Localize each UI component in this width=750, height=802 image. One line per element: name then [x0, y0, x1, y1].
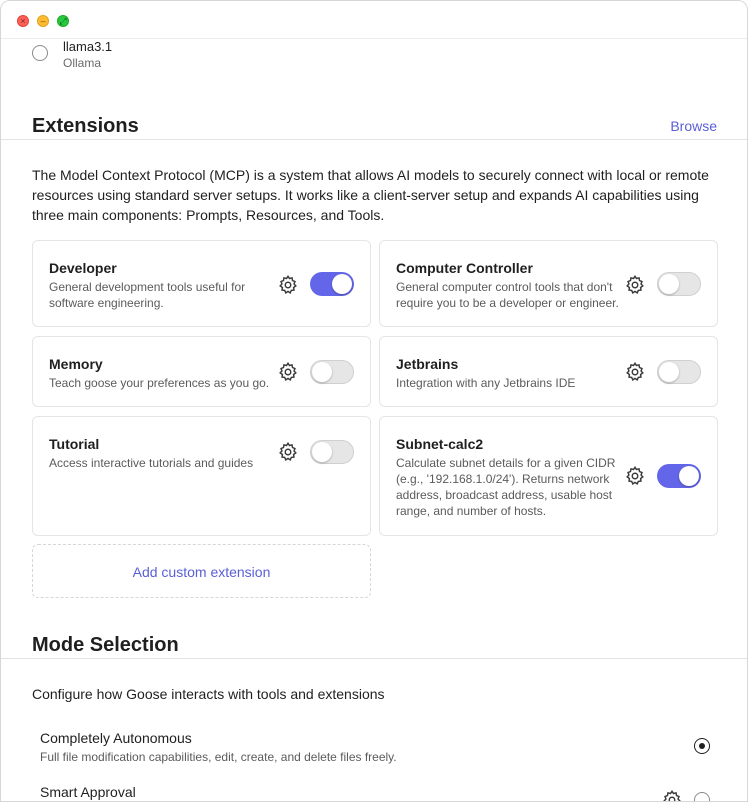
toggle-knob [332, 274, 352, 294]
extension-description: Access interactive tutorials and guides [49, 456, 254, 470]
mode-selection-title: Mode Selection [32, 634, 179, 656]
extension-card-subnet-calc2: Subnet-calc2 Calculate subnet details fo… [379, 416, 718, 536]
extension-card-memory: Memory Teach goose your preferences as y… [32, 336, 371, 407]
model-radio[interactable] [32, 45, 48, 61]
extension-description: Integration with any Jetbrains IDE [396, 376, 576, 390]
extension-title: Memory [49, 356, 103, 372]
gear-icon[interactable] [624, 465, 646, 487]
smart-approval-radio[interactable] [694, 792, 710, 801]
gear-icon[interactable] [624, 361, 646, 383]
mode-option-title: Smart Approval [40, 784, 136, 800]
extension-card-tutorial: Tutorial Access interactive tutorials an… [32, 416, 371, 536]
extension-description: General computer control tools that don'… [396, 280, 619, 310]
developer-toggle[interactable] [310, 272, 354, 296]
gear-icon[interactable] [661, 789, 683, 802]
extension-title: Computer Controller [396, 260, 533, 276]
browse-link[interactable]: Browse [670, 118, 717, 134]
mode-option-title: Completely Autonomous [40, 730, 192, 746]
model-provider: Ollama [63, 56, 102, 70]
add-custom-extension-button[interactable]: Add custom extension [32, 544, 371, 598]
settings-window: × – ⤢ llama3.1 Ollama Extensions Browse … [0, 0, 748, 802]
extension-title: Tutorial [49, 436, 100, 452]
minimize-icon: – [40, 16, 46, 26]
toggle-knob [312, 442, 332, 462]
extensions-title: Extensions [32, 115, 139, 137]
extension-card-developer: Developer General development tools usef… [32, 240, 371, 327]
extension-description: Calculate subnet details for a given CID… [396, 456, 616, 518]
zoom-window-button[interactable]: ⤢ [57, 15, 69, 27]
toggle-knob [659, 362, 679, 382]
mode-description: Configure how Goose interacts with tools… [32, 686, 385, 702]
model-name: llama3.1 [63, 39, 113, 54]
toggle-knob [312, 362, 332, 382]
add-custom-extension-label: Add custom extension [132, 564, 271, 580]
extension-card-computer-controller: Computer Controller General computer con… [379, 240, 718, 327]
zoom-icon: ⤢ [59, 16, 67, 26]
memory-toggle[interactable] [310, 360, 354, 384]
subnet-calc2-toggle[interactable] [657, 464, 701, 488]
extensions-divider [1, 139, 747, 140]
extension-title: Subnet-calc2 [396, 436, 484, 452]
close-icon: × [20, 16, 26, 26]
gear-icon[interactable] [277, 441, 299, 463]
minimize-window-button[interactable]: – [37, 15, 49, 27]
extension-title: Jetbrains [396, 356, 459, 372]
title-bar: × – ⤢ [1, 1, 747, 39]
extension-description: Teach goose your preferences as you go. [49, 376, 270, 390]
mode-option-description: Full file modification capabilities, edi… [40, 750, 397, 764]
extension-card-jetbrains: Jetbrains Integration with any Jetbrains… [379, 336, 718, 407]
extensions-description: The Model Context Protocol (MCP) is a sy… [32, 167, 709, 223]
close-window-button[interactable]: × [17, 15, 29, 27]
autonomous-radio[interactable] [694, 738, 710, 754]
tutorial-toggle[interactable] [310, 440, 354, 464]
extension-title: Developer [49, 260, 117, 276]
gear-icon[interactable] [277, 274, 299, 296]
gear-icon[interactable] [624, 274, 646, 296]
extension-description: General development tools useful for sof… [49, 280, 246, 310]
gear-icon[interactable] [277, 361, 299, 383]
computer-controller-toggle[interactable] [657, 272, 701, 296]
jetbrains-toggle[interactable] [657, 360, 701, 384]
mode-divider [1, 658, 747, 659]
toggle-knob [679, 466, 699, 486]
toggle-knob [659, 274, 679, 294]
